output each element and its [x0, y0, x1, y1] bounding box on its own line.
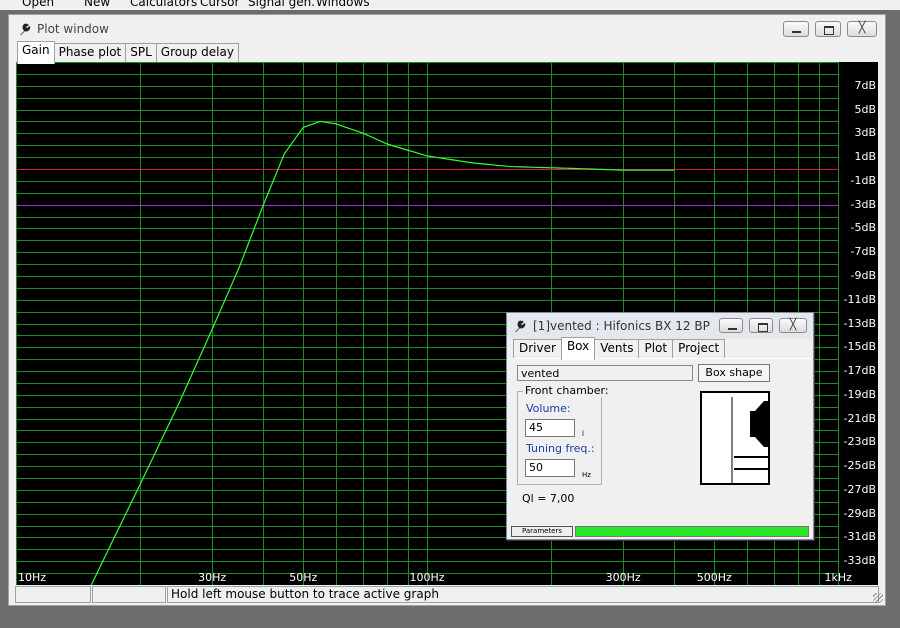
y-tick-label: -9dB: [850, 268, 877, 282]
maximize-button[interactable]: [815, 21, 841, 37]
tab-driver[interactable]: Driver: [513, 339, 562, 359]
y-tick-label: 1dB: [854, 150, 876, 164]
x-tick-label: 50Hz: [289, 571, 318, 584]
x-tick-label: 10Hz: [18, 571, 47, 584]
menu-cursor[interactable]: Cursor: [200, 0, 239, 9]
y-tick-label: -13dB: [843, 316, 877, 330]
y-tick-label: -3dB: [850, 197, 877, 211]
tab-group-delay[interactable]: Group delay: [155, 43, 239, 63]
menu-calculators[interactable]: Calculators: [130, 0, 197, 9]
volume-label: Volume:: [526, 402, 571, 415]
y-tick-label: -15dB: [843, 340, 877, 354]
tab-vents[interactable]: Vents: [594, 339, 640, 359]
close-icon: ╳: [858, 21, 866, 34]
front-chamber-legend: Front chamber:: [523, 384, 611, 397]
y-tick-label: -7dB: [850, 245, 877, 259]
volume-unit: l: [582, 430, 584, 438]
plot-tabs: Gain Phase plot SPL Group delay: [17, 41, 239, 64]
front-chamber-group: Front chamber: Volume: 45 l Tuning freq.…: [517, 384, 611, 485]
tab-project[interactable]: Project: [672, 339, 726, 359]
dialog-maximize-button[interactable]: [749, 318, 773, 333]
box-dialog-tabs: Driver Box Vents Plot Project: [513, 337, 726, 360]
x-tick-label: 30Hz: [198, 571, 227, 584]
resize-grip[interactable]: [873, 593, 883, 603]
menu-new[interactable]: New: [84, 0, 110, 9]
y-tick-label: -5dB: [850, 221, 877, 235]
y-tick-label: -19dB: [843, 387, 877, 401]
tab-box[interactable]: Box: [560, 337, 596, 360]
y-tick-label: -23dB: [843, 435, 877, 449]
y-tick-label: 7dB: [854, 78, 876, 92]
x-tick-label: 100Hz: [409, 571, 445, 584]
y-tick-label: -29dB: [843, 506, 877, 520]
y-tick-label: -1dB: [850, 173, 877, 187]
minimize-button[interactable]: [783, 21, 809, 37]
box-dialog: [1]vented : Hifonics BX 12 BP ╳ Driver B…: [506, 312, 814, 540]
box-diagram: [700, 391, 770, 485]
menu-signal-gen[interactable]: Signal gen.: [248, 0, 315, 9]
y-tick-label: -17dB: [843, 364, 877, 378]
x-tick-label: 500Hz: [696, 571, 732, 584]
y-tick-label: -33dB: [843, 554, 877, 568]
plot-window-title: Plot window: [37, 22, 109, 36]
y-tick-label: -27dB: [843, 482, 877, 496]
dialog-close-button[interactable]: ╳: [779, 318, 807, 333]
plot-window-titlebar[interactable]: Plot window ╳: [9, 15, 885, 42]
app-icon: [20, 23, 31, 35]
box-panel: vented Box shape Front chamber: Volume: …: [510, 358, 810, 525]
volume-input[interactable]: 45: [525, 419, 575, 437]
y-tick-label: -31dB: [843, 530, 877, 544]
close-button[interactable]: ╳: [847, 21, 877, 37]
progress-fill: [576, 527, 808, 536]
tuning-freq-input[interactable]: 50: [525, 459, 575, 477]
dialog-minimize-button[interactable]: [719, 318, 743, 333]
tuning-freq-unit: Hz: [582, 471, 591, 479]
box-type-field[interactable]: vented: [517, 365, 693, 381]
box-dialog-title: [1]vented : Hifonics BX 12 BP: [533, 319, 710, 333]
x-tick-label: 300Hz: [605, 571, 641, 584]
y-tick-label: -25dB: [843, 459, 877, 473]
menu-windows[interactable]: Windows: [316, 0, 370, 9]
ql-readout: Ql = 7,00: [522, 492, 575, 505]
y-tick-label: 5dB: [854, 102, 876, 116]
box-shape-button[interactable]: Box shape: [698, 364, 770, 382]
tab-gain[interactable]: Gain: [17, 41, 55, 64]
y-tick-label: 3dB: [854, 126, 876, 140]
status-bar: Hold left mouse button to trace active g…: [15, 586, 879, 604]
status-cell-2: [92, 586, 166, 603]
parameters-button[interactable]: Parameters: [511, 526, 573, 537]
menu-open[interactable]: Open: [22, 0, 54, 9]
y-tick-label: -11dB: [843, 292, 877, 306]
status-message: Hold left mouse button to trace active g…: [167, 586, 879, 603]
speaker-box-icon: [731, 397, 768, 483]
box-dialog-titlebar[interactable]: [1]vented : Hifonics BX 12 BP ╳: [507, 313, 813, 339]
status-cell-1: [15, 586, 91, 603]
y-tick-label: -21dB: [843, 411, 877, 425]
x-tick-label: 1kHz: [824, 571, 852, 584]
tab-plot[interactable]: Plot: [638, 339, 674, 359]
close-icon: ╳: [789, 318, 797, 331]
app-menubar: Open New Calculators Cursor Signal gen. …: [0, 0, 900, 10]
tab-phase-plot[interactable]: Phase plot: [53, 43, 127, 63]
progress-bar: [575, 526, 809, 537]
tuning-freq-label: Tuning freq.:: [526, 442, 595, 455]
app-icon: [515, 320, 526, 332]
tab-spl[interactable]: SPL: [125, 43, 157, 63]
